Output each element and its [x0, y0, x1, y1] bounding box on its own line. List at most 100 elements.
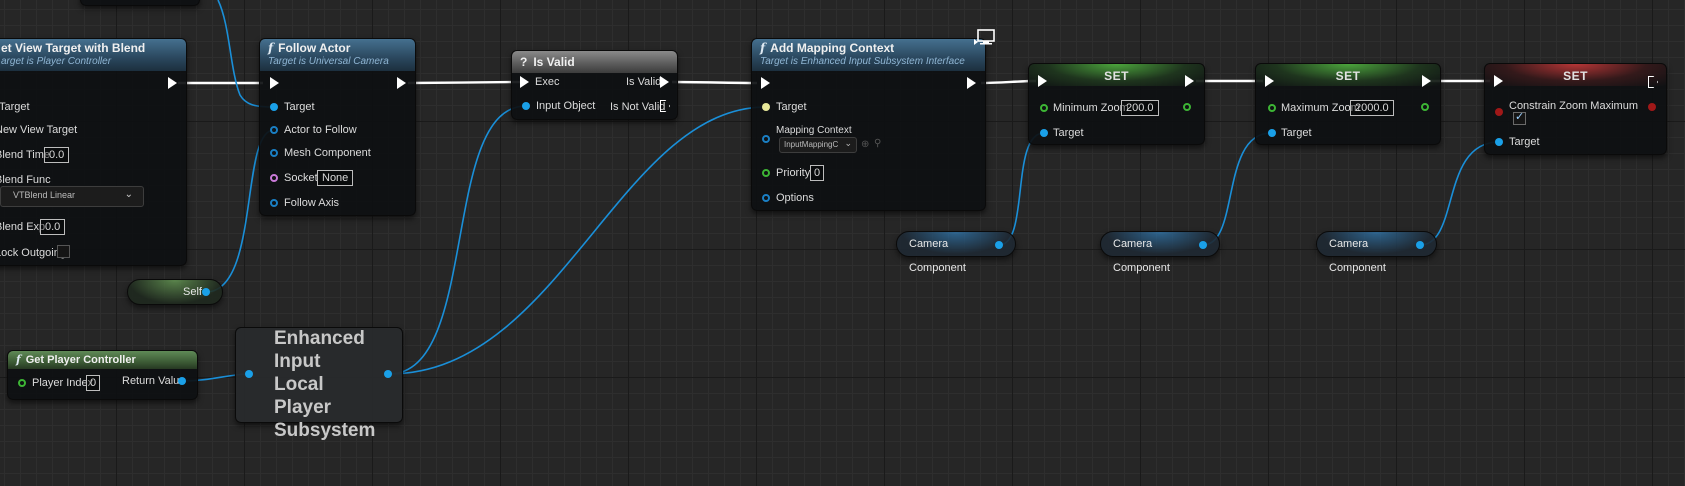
set-max-target-pin[interactable] [1268, 129, 1276, 137]
camera-component-out-pin-2[interactable] [1199, 241, 1207, 249]
set-constrain-target-label: Target [1509, 136, 1540, 148]
wire-cam2-to-max-target [1202, 132, 1272, 246]
follow-actor-socket-pin[interactable] [270, 174, 278, 182]
follow-actor-mesh-pin[interactable] [270, 149, 278, 157]
is-valid-input-object-label: Input Object [536, 100, 596, 112]
follow-actor-header[interactable]: f Follow Actor Target is Universal Camera [260, 39, 415, 71]
wire-cam1-to-min-target [998, 132, 1045, 246]
set-max-value-pin[interactable] [1268, 104, 1276, 112]
get-player-controller-title: Get Player Controller [25, 354, 136, 366]
blend-time-input[interactable]: 0.0 [44, 147, 70, 163]
is-valid-exec-in[interactable] [520, 76, 529, 88]
set-min-exec-out[interactable] [1185, 75, 1194, 87]
blend-func-value: VTBlend Linear [13, 190, 76, 200]
set-max-exec-in[interactable] [1265, 75, 1274, 87]
set-min-target-pin[interactable] [1040, 129, 1048, 137]
is-valid-out-label: Is Valid [626, 76, 662, 88]
mapping-target-pin[interactable] [762, 103, 770, 111]
set-min-field-label: Minimum Zoom [1053, 102, 1129, 114]
camera-component-label-1: Camera Component [909, 238, 966, 274]
player-index-label: Player Index [32, 377, 94, 389]
blend-func-dropdown[interactable]: VTBlend Linear ⌄ [0, 186, 144, 207]
mapping-context-value: InputMappingC [784, 140, 839, 149]
follow-actor-title: Follow Actor [278, 41, 351, 55]
enhanced-input-subsystem-title: Enhanced Input Local Player Subsystem [274, 328, 376, 441]
set-constrain-value-out-pin[interactable] [1648, 103, 1656, 111]
set-view-target-subtitle: arget is Player Controller [1, 56, 112, 67]
is-valid-exec-out[interactable] [660, 76, 669, 88]
set-view-target-header[interactable]: et View Target with Blend arget is Playe… [0, 39, 186, 71]
set-min-zoom-header[interactable]: SET [1029, 64, 1204, 86]
options-label: Options [776, 192, 814, 204]
follow-actor-target-label: Target [284, 101, 315, 113]
exec-wire-3 [671, 80, 758, 85]
is-valid-header[interactable]: ? Is Valid [512, 51, 677, 73]
use-selected-icon[interactable]: ⊕ [861, 139, 869, 150]
self-out-pin[interactable] [202, 288, 210, 296]
set-constrain-exec-in[interactable] [1494, 75, 1503, 87]
player-index-input[interactable]: 0 [86, 375, 101, 391]
set-min-target-label: Target [1053, 127, 1084, 139]
get-player-controller-header[interactable]: f Get Player Controller [8, 351, 197, 369]
constrain-zoom-checkbox[interactable]: ✓ [1513, 111, 1526, 125]
follow-actor-target-pin[interactable] [270, 103, 278, 111]
camera-component-out-pin-3[interactable] [1416, 241, 1424, 249]
blend-exp-input[interactable]: 0.0 [40, 219, 66, 235]
mapping-exec-in[interactable] [761, 77, 770, 89]
browse-search-icon[interactable]: ⚲ [874, 138, 881, 149]
offscreen-node-top[interactable] [80, 0, 200, 6]
set-constrain-field-label: Constrain Zoom Maximum [1509, 100, 1638, 112]
camera-component-label-3: Camera Component [1329, 238, 1386, 274]
set-constrain-target-pin[interactable] [1495, 138, 1503, 146]
minimum-zoom-input[interactable]: 200.0 [1121, 100, 1159, 116]
add-mapping-context-subtitle: Target is Enhanced Input Subsystem Inter… [760, 56, 965, 67]
set-constrain-header[interactable]: SET [1485, 64, 1666, 86]
set-view-target-target-label: Target [0, 101, 30, 113]
set-max-value-out-pin[interactable] [1421, 103, 1429, 111]
add-mapping-context-title: Add Mapping Context [770, 41, 895, 55]
is-valid-input-object-pin[interactable] [522, 102, 530, 110]
set-view-target-new-view-target-label: New View Target [0, 124, 78, 136]
enhanced-input-out-pin[interactable] [384, 370, 392, 378]
follow-actor-follow-axis-label: Follow Axis [284, 197, 340, 209]
mapping-context-pin[interactable] [762, 135, 770, 143]
function-icon: f [16, 353, 21, 366]
set-constrain-title: SET [1563, 69, 1588, 83]
add-mapping-context-header[interactable]: f Add Mapping Context Target is Enhanced … [752, 39, 985, 71]
follow-actor-actor-to-follow-label: Actor to Follow [284, 124, 357, 136]
set-view-target-blend-func-label: Blend Func [0, 174, 51, 186]
wire-cam3-to-constrain-target [1419, 141, 1500, 246]
follow-actor-mesh-component-label: Mesh Component [284, 147, 371, 159]
mapping-target-label: Target [776, 101, 807, 113]
set-view-target-exec-out[interactable] [168, 77, 177, 89]
options-pin[interactable] [762, 194, 770, 202]
follow-actor-actor-pin[interactable] [270, 126, 278, 134]
enhanced-input-in-pin[interactable] [245, 370, 253, 378]
monitor-icon[interactable] [974, 28, 996, 48]
priority-input[interactable]: 0 [810, 165, 825, 181]
macro-question-icon: ? [520, 55, 528, 69]
socket-input[interactable]: None [317, 170, 353, 186]
set-max-exec-out[interactable] [1422, 75, 1431, 87]
mapping-exec-out[interactable] [967, 77, 976, 89]
set-constrain-value-pin[interactable] [1495, 108, 1503, 116]
set-min-value-pin[interactable] [1040, 104, 1048, 112]
set-min-exec-in[interactable] [1038, 75, 1047, 87]
lock-outgoing-checkbox[interactable] [57, 245, 70, 258]
priority-pin[interactable] [762, 169, 770, 177]
follow-actor-exec-out[interactable] [397, 77, 406, 89]
return-value-pin[interactable] [178, 377, 186, 385]
set-min-zoom-title: SET [1104, 69, 1129, 83]
follow-actor-exec-in[interactable] [270, 77, 279, 89]
is-valid-title: Is Valid [533, 55, 575, 69]
is-not-valid-label: Is Not Valid [610, 101, 666, 113]
player-index-pin[interactable] [18, 379, 26, 387]
set-view-target-title: et View Target with Blend [1, 41, 146, 55]
follow-actor-axis-pin[interactable] [270, 199, 278, 207]
set-min-value-out-pin[interactable] [1183, 103, 1191, 111]
mapping-context-dropdown[interactable]: InputMappingC ⌄ [779, 137, 857, 153]
set-max-zoom-header[interactable]: SET [1256, 64, 1440, 86]
camera-component-out-pin-1[interactable] [995, 241, 1003, 249]
maximum-zoom-input[interactable]: 2000.0 [1350, 100, 1394, 116]
follow-actor-socket-label: Socket [284, 172, 318, 184]
